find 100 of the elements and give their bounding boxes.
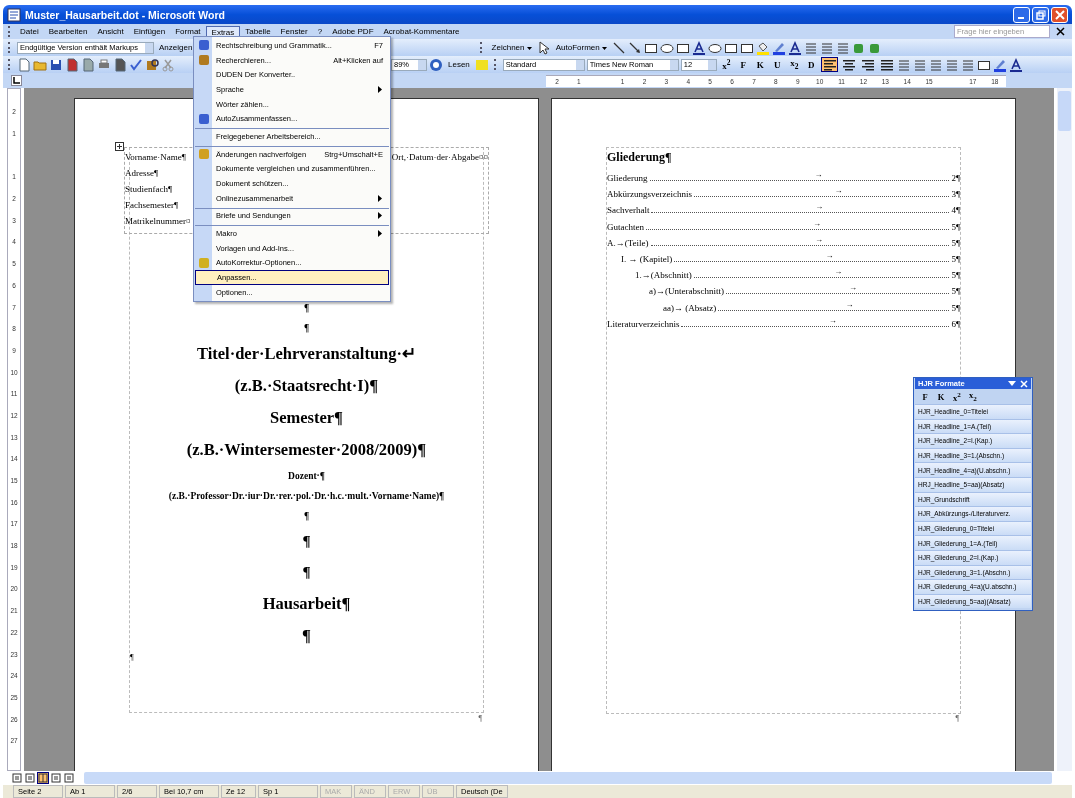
paragraph-text: ¶ (302, 532, 311, 551)
format-button[interactable]: F (735, 59, 751, 70)
table-cell-text: Fachsemester¶ (125, 200, 179, 212)
print-layout-icon[interactable] (37, 772, 49, 784)
font-color-icon[interactable] (1008, 57, 1023, 72)
reading-view-icon[interactable] (63, 772, 75, 784)
close-document-icon[interactable] (1056, 26, 1066, 37)
toc-entry[interactable]: Sachverhalt (607, 205, 650, 216)
page-number: 5¶ (951, 302, 960, 313)
menu-item[interactable]: Bearbeiten (43, 26, 93, 37)
line-color-icon[interactable] (772, 40, 786, 55)
web-view-icon[interactable] (24, 772, 36, 784)
page-number: 6¶ (951, 318, 960, 329)
spelling-icon[interactable] (129, 57, 143, 72)
paragraph-text: ¶ (302, 625, 311, 647)
minimize-button[interactable] (1013, 6, 1030, 23)
fill-color-icon[interactable] (756, 40, 770, 55)
format-button[interactable]: x$^{2}$ (950, 390, 964, 403)
toc-entry[interactable]: aa)→ (Absatz) (663, 302, 717, 313)
format-button[interactable]: F (918, 391, 932, 402)
format-button[interactable]: x$_{2}$ (786, 58, 802, 71)
table-cell-text: Adresse¶ (125, 168, 159, 180)
minimize-icon (1017, 16, 1024, 19)
toc-entry[interactable]: I. → (Kapitel) (621, 253, 673, 264)
format-button[interactable]: D (803, 59, 819, 70)
font-color-icon[interactable] (788, 40, 802, 55)
paragraph-text: (z.B.·Staatsrecht·I)¶ (234, 375, 379, 397)
outline-view-icon[interactable] (50, 772, 62, 784)
page-number: 2¶ (951, 173, 960, 183)
toc-entry[interactable]: Abkürzungsverzeichnis (607, 189, 692, 200)
paragraph-mark: ¶ (478, 714, 482, 723)
paragraph-text: ¶ (303, 302, 310, 315)
format-button[interactable]: U (769, 59, 785, 70)
paragraph-mark: ¶ (955, 714, 959, 723)
close-icon[interactable] (1020, 379, 1028, 388)
menu-item-icon (198, 148, 210, 161)
save-icon[interactable] (49, 57, 63, 72)
table-move-handle-icon[interactable] (115, 142, 124, 151)
restore-button[interactable] (1032, 6, 1049, 23)
page-number: 4¶ (951, 205, 960, 216)
vertical-scrollbar[interactable] (1057, 88, 1072, 771)
menu-item[interactable]: Tabelle (240, 26, 276, 37)
toc-entry[interactable]: 1.→(Abschnitt) (635, 270, 692, 281)
heading-text: Gliederung¶ (607, 150, 673, 165)
close-button[interactable] (1051, 6, 1068, 23)
menu-item-icon (198, 256, 210, 269)
caret-icon (526, 47, 532, 50)
toc-entry[interactable]: a)→(Unterabschnitt) (649, 286, 724, 297)
menu-item[interactable]: Adobe PDF (327, 26, 379, 37)
page-number: 3¶ (951, 189, 960, 200)
toc-entry[interactable]: Gutachten (607, 221, 644, 232)
menu-item[interactable]: Extras (205, 25, 241, 38)
menu-item-icon (198, 112, 210, 125)
page-number: 5¶ (951, 286, 960, 297)
toc-entry[interactable]: Literaturverzeichnis (607, 318, 680, 329)
menu-item[interactable]: Datei (15, 26, 44, 37)
submenu-arrow-icon (378, 230, 383, 238)
page-number: 5¶ (951, 253, 960, 264)
arrow-icon[interactable] (628, 40, 642, 55)
menu-item[interactable]: ? (312, 26, 328, 37)
menu-item[interactable]: Acrobat-Kommentare (378, 26, 465, 37)
submenu-arrow-icon (378, 85, 383, 93)
paragraph-text: ¶ (302, 563, 311, 582)
paragraph-text: ¶ (130, 652, 134, 664)
align-button[interactable] (820, 57, 838, 72)
paragraph-text: Hausarbeit¶ (262, 593, 351, 615)
word-document-icon (7, 7, 21, 22)
draw-button[interactable]: Zeichnen (488, 43, 535, 52)
normal-view-icon[interactable] (11, 772, 23, 784)
format-button[interactable]: x$^{2}$ (718, 58, 734, 71)
format-button[interactable]: K (752, 59, 768, 70)
menu-item[interactable]: Fenster (275, 26, 313, 37)
help-icon[interactable] (429, 57, 443, 72)
toc-entry[interactable]: Gliederung (607, 173, 648, 183)
highlight-icon[interactable] (992, 57, 1007, 72)
paragraph-text: (z.B.·Professor·Dr.·iur·Dr.·rer.·pol.·Dr.·h.c.·mult.·Vorname·Name)¶ (168, 490, 445, 503)
caret-icon (602, 47, 607, 50)
menu-item-icon (198, 54, 210, 67)
close-icon (1054, 9, 1065, 20)
horizontal-scrollbar[interactable] (84, 772, 1052, 784)
page-number: 5¶ (951, 237, 960, 248)
show-button[interactable]: Anzeigen (156, 43, 203, 52)
dropdown-arrow-icon[interactable] (1008, 380, 1016, 387)
format-button[interactable]: x$_{2}$ (966, 390, 980, 403)
page-number: 5¶ (951, 221, 960, 232)
tab-selector[interactable] (11, 75, 22, 86)
restore-icon (1035, 9, 1046, 20)
menu-item[interactable]: Ansicht (92, 26, 129, 37)
table-cell-text: Studienfach¶ (125, 184, 173, 196)
submenu-arrow-icon (378, 194, 383, 202)
format-button[interactable]: K (934, 391, 948, 402)
menu-item[interactable]: Einfügen (128, 26, 171, 37)
paragraph-text: ¶ (303, 510, 310, 523)
autoshapes-button[interactable]: AutoFormen (552, 43, 610, 52)
read-button[interactable]: Lesen (445, 60, 473, 69)
cursor-icon[interactable] (536, 40, 551, 55)
toc-entry[interactable]: A.→(Teile) (607, 237, 649, 248)
line-icon[interactable] (612, 40, 626, 55)
table-cell-text: Ort,·Datum·der·Abgabe¤¤ (391, 152, 488, 162)
menu-item[interactable]: Format (170, 26, 206, 37)
